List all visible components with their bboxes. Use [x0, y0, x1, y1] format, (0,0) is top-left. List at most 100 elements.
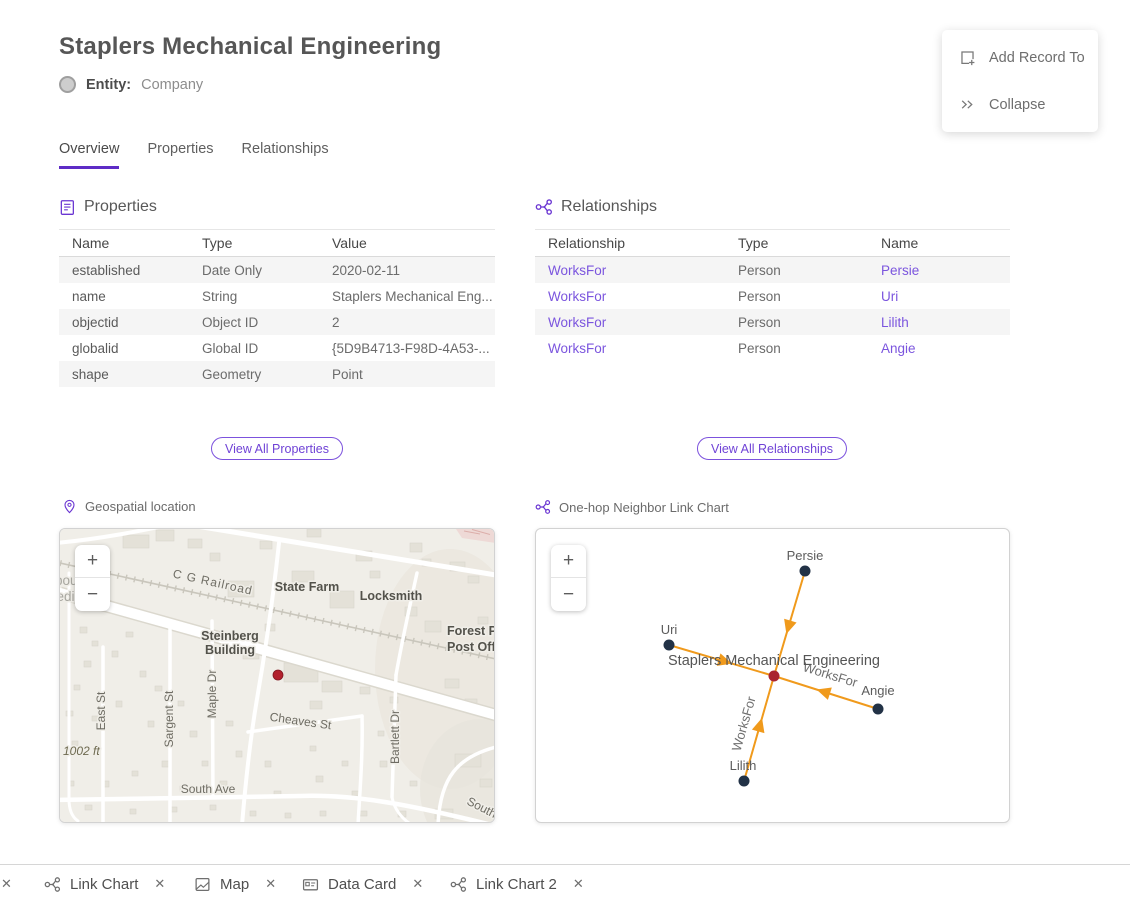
entity-value: Company — [141, 77, 203, 93]
property-type: Geometry — [189, 367, 319, 382]
zoom-in-button[interactable]: + — [551, 545, 586, 578]
related-entity-link[interactable]: Lilith — [868, 315, 1010, 330]
relationship-link[interactable]: WorksFor — [535, 289, 725, 304]
link-chart-icon — [535, 499, 551, 515]
column-header: Name — [59, 235, 189, 251]
scale-label: 1002 ft — [63, 744, 100, 758]
onehop-section-title: One-hop Neighbor Link Chart — [559, 500, 729, 515]
table-row: WorksFor Person Uri — [535, 283, 1010, 309]
view-all-relationships-button[interactable]: View All Relationships — [697, 437, 847, 460]
street-label: Bartlett Dr — [388, 710, 402, 764]
table-row: WorksFor Person Angie — [535, 335, 1010, 361]
street-label: Sargent St — [162, 690, 176, 747]
relationship-type: Person — [725, 263, 868, 278]
entity-data-card: Staplers Mechanical Engineering Entity: … — [0, 0, 1130, 903]
entity-type-row: Entity: Company — [59, 76, 203, 93]
node-label: Lilith — [730, 758, 757, 773]
workspace-tab-map[interactable]: Map ✕ — [194, 865, 276, 903]
link-chart-icon — [450, 876, 467, 893]
clipped-tab-close-button[interactable]: ✕ — [1, 865, 12, 903]
property-type: Global ID — [189, 341, 319, 356]
property-value: {5D9B4713-F98D-4A53-... — [319, 341, 495, 356]
property-value: Staplers Mechanical Eng... — [319, 289, 495, 304]
relationships-table: Relationship Type Name WorksFor Person P… — [535, 229, 1010, 361]
relationship-type: Person — [725, 341, 868, 356]
data-card-icon — [302, 876, 319, 893]
relationship-link[interactable]: WorksFor — [535, 263, 725, 278]
link-chart-canvas[interactable]: WorksFor WorksFor Persie Uri Angie Lilit… — [536, 529, 1010, 823]
workspace-tab-label: Map — [220, 876, 249, 893]
related-entity-link[interactable]: Angie — [868, 341, 1010, 356]
properties-icon — [59, 199, 76, 216]
table-row: objectid Object ID 2 — [59, 309, 495, 335]
zoom-out-button[interactable]: − — [75, 578, 110, 611]
chart-node-angie[interactable] — [873, 704, 884, 715]
property-name: established — [59, 263, 189, 278]
collapse-icon — [959, 96, 976, 113]
chart-node-uri[interactable] — [664, 640, 675, 651]
menu-item-collapse[interactable]: Collapse — [942, 81, 1098, 128]
chart-node-center[interactable] — [769, 671, 780, 682]
map-canvas[interactable]: rbour opaedics C G Railroad State Farm L… — [60, 529, 495, 823]
zoom-in-button[interactable]: + — [75, 545, 110, 578]
node-label: Angie — [861, 683, 894, 698]
geospatial-section-header: Geospatial location — [62, 499, 196, 514]
zoom-out-button[interactable]: − — [551, 578, 586, 611]
tab-close-button[interactable]: ✕ — [412, 876, 423, 892]
property-value: 2020-02-11 — [319, 263, 495, 278]
property-type: Object ID — [189, 315, 319, 330]
properties-section-title: Properties — [84, 198, 157, 216]
map-pin-icon — [62, 499, 77, 514]
workspace-tab-label: Link Chart — [70, 876, 138, 893]
link-chart-icon — [44, 876, 61, 893]
street-label: Maple Dr — [205, 670, 219, 719]
relationship-link[interactable]: WorksFor — [535, 341, 725, 356]
relationships-section-title: Relationships — [561, 198, 657, 216]
workspace-tab-label: Link Chart 2 — [476, 876, 557, 893]
chart-node-persie[interactable] — [800, 566, 811, 577]
menu-item-add-record-to[interactable]: Add Record To — [942, 34, 1098, 81]
map-zoom-control: + − — [75, 545, 110, 611]
add-record-icon — [959, 49, 976, 66]
column-header: Relationship — [535, 235, 725, 251]
card-tabs: Overview Properties Relationships — [59, 141, 329, 169]
poi-label: Forest Par — [447, 624, 495, 638]
relationship-link[interactable]: WorksFor — [535, 315, 725, 330]
workspace-tab-data-card[interactable]: Data Card ✕ — [302, 865, 423, 903]
workspace-tab-link-chart-2[interactable]: Link Chart 2 ✕ — [450, 865, 584, 903]
tab-properties[interactable]: Properties — [147, 141, 213, 169]
menu-item-label: Add Record To — [989, 50, 1085, 66]
tab-overview[interactable]: Overview — [59, 141, 119, 169]
street-label: East St — [94, 691, 108, 730]
onehop-section-header: One-hop Neighbor Link Chart — [535, 499, 729, 515]
properties-table: Name Type Value established Date Only 20… — [59, 229, 495, 387]
tab-close-button[interactable]: ✕ — [154, 876, 165, 892]
tab-close-button[interactable]: ✕ — [265, 876, 276, 892]
poi-label: Post Offic — [447, 640, 495, 654]
poi-label: Locksmith — [360, 589, 423, 603]
link-chart-panel[interactable]: WorksFor WorksFor Persie Uri Angie Lilit… — [535, 528, 1010, 823]
column-header: Name — [868, 235, 1010, 251]
map-icon — [194, 876, 211, 893]
chart-node-lilith[interactable] — [739, 776, 750, 787]
entity-type-icon — [59, 76, 76, 93]
table-row: established Date Only 2020-02-11 — [59, 257, 495, 283]
tab-relationships[interactable]: Relationships — [242, 141, 329, 169]
property-type: Date Only — [189, 263, 319, 278]
street-label: South Ave — [181, 782, 236, 796]
map-panel[interactable]: rbour opaedics C G Railroad State Farm L… — [59, 528, 495, 823]
entity-location-marker[interactable] — [273, 670, 283, 680]
geospatial-section-title: Geospatial location — [85, 499, 196, 514]
related-entity-link[interactable]: Uri — [868, 289, 1010, 304]
tab-close-button[interactable]: ✕ — [573, 876, 584, 892]
properties-table-header: Name Type Value — [59, 229, 495, 257]
workspace-tab-label: Data Card — [328, 876, 396, 893]
node-label: Uri — [661, 622, 678, 637]
relationship-type: Person — [725, 315, 868, 330]
property-type: String — [189, 289, 319, 304]
table-row: name String Staplers Mechanical Eng... — [59, 283, 495, 309]
workspace-tab-link-chart[interactable]: Link Chart ✕ — [44, 865, 165, 903]
view-all-properties-button[interactable]: View All Properties — [211, 437, 343, 460]
related-entity-link[interactable]: Persie — [868, 263, 1010, 278]
chart-zoom-control: + − — [551, 545, 586, 611]
